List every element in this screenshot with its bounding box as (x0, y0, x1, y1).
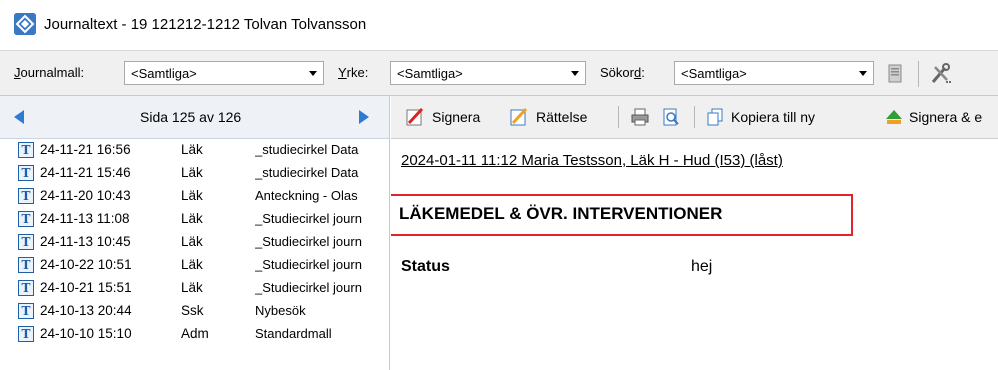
sign-and-send-button[interactable]: Signera & e (884, 105, 998, 129)
journalmall-label: Journalmall: (14, 65, 85, 80)
text-document-icon: T (18, 211, 34, 227)
entry-description: _studiecirkel Data (255, 142, 359, 157)
entry-description: _Studiecirkel journ (255, 280, 362, 295)
section-title: LÄKEMEDEL & ÖVR. INTERVENTIONER (399, 204, 723, 223)
entry-role: Läk (181, 188, 203, 203)
list-item[interactable]: T 24-10-22 10:51 Läk _Studiecirkel journ (0, 254, 389, 277)
toolbar-divider (694, 106, 695, 128)
entry-role: Läk (181, 211, 203, 226)
entry-description: _Studiecirkel journ (255, 211, 362, 226)
entry-datetime: 24-11-21 15:46 (40, 165, 131, 180)
pager: Sida 125 av 126 (0, 96, 389, 139)
text-document-icon: T (18, 165, 34, 181)
text-document-icon: T (18, 188, 34, 204)
text-document-icon: T (18, 142, 34, 158)
copy-to-new-label: Kopiera till ny (731, 109, 816, 125)
sign-button[interactable]: Signera (405, 105, 497, 129)
entry-description: _Studiecirkel journ (255, 257, 362, 272)
list-item[interactable]: T 24-10-13 20:44 Ssk Nybesök (0, 300, 389, 323)
list-item[interactable]: T 24-10-21 15:51 Läk _Studiecirkel journ (0, 277, 389, 300)
list-item[interactable]: T 24-11-13 11:08 Läk _Studiecirkel journ (0, 208, 389, 231)
journal-entry-list: T 24-11-21 16:56 Läk _studiecirkel Data T 24-… (0, 139, 389, 346)
entry-role: Läk (181, 280, 203, 295)
chevron-down-icon (571, 71, 579, 76)
yrke-select[interactable]: <Samtliga> (390, 61, 586, 85)
sokord-label: Sökord: (600, 65, 645, 80)
app-logo-icon (14, 13, 36, 35)
entry-role: Läk (181, 165, 203, 180)
journalmall-select[interactable]: <Samtliga> (124, 61, 324, 85)
yrke-label: Yrke: (338, 65, 369, 80)
list-item[interactable]: T 24-10-10 15:10 Adm Standardmall (0, 323, 389, 346)
status-value: hej (691, 258, 713, 275)
toolbar-divider (918, 61, 919, 87)
tools-icon[interactable] (930, 63, 952, 85)
sign-button-label: Signera (432, 109, 481, 125)
document-toolbar: Signera Rättelse Kopiera till ny Signera… (391, 96, 998, 139)
pencil-orange-icon (510, 107, 528, 126)
entry-description: _Studiecirkel journ (255, 234, 362, 249)
previous-page-icon[interactable] (14, 110, 24, 124)
entry-role: Ssk (181, 303, 204, 318)
entry-description: Nybesök (255, 303, 306, 318)
text-document-icon: T (18, 326, 34, 342)
list-item[interactable]: T 24-11-21 15:46 Läk _studiecirkel Data (0, 162, 389, 185)
chevron-down-icon (859, 71, 867, 76)
note-header: 2024-01-11 11:12 Maria Testsson, Läk H -… (401, 152, 783, 169)
entry-role: Läk (181, 257, 203, 272)
next-page-icon[interactable] (359, 110, 369, 124)
document-stack-icon[interactable] (884, 63, 906, 85)
toolbar-divider (618, 106, 619, 128)
entry-datetime: 24-10-10 15:10 (40, 326, 132, 341)
list-item[interactable]: T 24-11-13 10:45 Läk _Studiecirkel journ (0, 231, 389, 254)
text-document-icon: T (18, 280, 34, 296)
entry-role: Läk (181, 234, 203, 249)
sign-upload-icon (886, 110, 902, 124)
entry-description: Anteckning - Olas (255, 188, 358, 203)
copy-icon (707, 108, 723, 126)
list-item[interactable]: T 24-11-20 10:43 Läk Anteckning - Olas (0, 185, 389, 208)
journal-document-pane: Signera Rättelse Kopiera till ny Signera… (391, 96, 998, 370)
list-item[interactable]: T 24-11-21 16:56 Läk _studiecirkel Data (0, 139, 389, 162)
entry-datetime: 24-11-20 10:43 (40, 188, 131, 203)
text-document-icon: T (18, 234, 34, 250)
entry-description: Standardmall (255, 326, 332, 341)
filter-bar: Journalmall: <Samtliga> Yrke: <Samtliga>… (0, 50, 998, 96)
print-preview-icon (663, 108, 679, 126)
entry-datetime: 24-11-13 10:45 (40, 234, 131, 249)
journal-list-pane: Sida 125 av 126 T 24-11-21 16:56 Läk _studi… (0, 96, 390, 370)
entry-datetime: 24-10-13 20:44 (40, 303, 132, 318)
entry-role: Adm (181, 326, 209, 341)
entry-datetime: 24-10-21 15:51 (40, 280, 132, 295)
journalmall-select-value: <Samtliga> (131, 66, 197, 81)
entry-datetime: 24-10-22 10:51 (40, 257, 132, 272)
print-button[interactable] (630, 105, 652, 129)
correction-button-label: Rättelse (536, 109, 588, 125)
entry-description: _studiecirkel Data (255, 165, 359, 180)
title-bar: Journaltext - 19 121212-1212 Tolvan Tolv… (0, 0, 998, 50)
window-title: Journaltext - 19 121212-1212 Tolvan Tolv… (44, 16, 367, 33)
page-indicator: Sida 125 av 126 (140, 109, 242, 125)
print-preview-button[interactable] (661, 105, 683, 129)
sign-and-send-label: Signera & e (909, 109, 983, 125)
sokord-select-value: <Samtliga> (681, 66, 747, 81)
pencil-red-icon (406, 107, 424, 126)
entry-datetime: 24-11-13 11:08 (40, 211, 130, 226)
chevron-down-icon (309, 71, 317, 76)
sokord-select[interactable]: <Samtliga> (674, 61, 874, 85)
status-label: Status (401, 258, 450, 275)
printer-icon (631, 108, 649, 126)
yrke-select-value: <Samtliga> (397, 66, 463, 81)
entry-role: Läk (181, 142, 203, 157)
text-document-icon: T (18, 303, 34, 319)
copy-to-new-button[interactable]: Kopiera till ny (705, 105, 855, 129)
text-document-icon: T (18, 257, 34, 273)
correction-button[interactable]: Rättelse (509, 105, 609, 129)
entry-datetime: 24-11-21 16:56 (40, 142, 131, 157)
